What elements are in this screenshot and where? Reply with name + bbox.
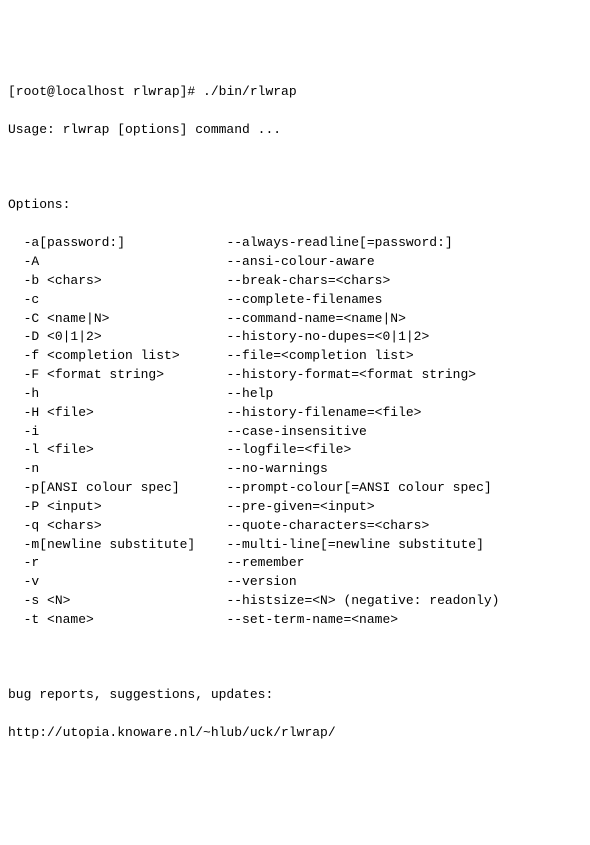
option-row: -P <input>--pre-given=<input> (8, 498, 582, 517)
option-short: -i (24, 423, 227, 442)
option-short: -F <format string> (24, 366, 227, 385)
option-long: --quote-characters=<chars> (226, 518, 429, 533)
option-long: --always-readline[=password:] (226, 235, 452, 250)
option-row: -D <0|1|2>--history-no-dupes=<0|1|2> (8, 328, 582, 347)
option-row: -t <name>--set-term-name=<name> (8, 611, 582, 630)
option-long: --prompt-colour[=ANSI colour spec] (226, 480, 491, 495)
option-row: -f <completion list>--file=<completion l… (8, 347, 582, 366)
option-row: -i--case-insensitive (8, 423, 582, 442)
option-short: -b <chars> (24, 272, 227, 291)
option-row: -H <file>--history-filename=<file> (8, 404, 582, 423)
option-short: -s <N> (24, 592, 227, 611)
option-row: -l <file>--logfile=<file> (8, 441, 582, 460)
option-row: -c--complete-filenames (8, 291, 582, 310)
option-row: -a[password:]--always-readline[=password… (8, 234, 582, 253)
option-long: --history-no-dupes=<0|1|2> (226, 329, 429, 344)
option-row: -C <name|N>--command-name=<name|N> (8, 310, 582, 329)
option-long: --multi-line[=newline substitute] (226, 537, 483, 552)
option-short: -f <completion list> (24, 347, 227, 366)
option-short: -C <name|N> (24, 310, 227, 329)
option-short: -l <file> (24, 441, 227, 460)
option-long: --logfile=<file> (226, 442, 351, 457)
option-long: --history-format=<format string> (226, 367, 476, 382)
option-long: --file=<completion list> (226, 348, 413, 363)
option-short: -P <input> (24, 498, 227, 517)
footer-text: bug reports, suggestions, updates: (8, 686, 582, 705)
option-short: -H <file> (24, 404, 227, 423)
option-row: -r--remember (8, 554, 582, 573)
option-long: --case-insensitive (226, 424, 366, 439)
option-long: --complete-filenames (226, 292, 382, 307)
option-long: --histsize=<N> (negative: readonly) (226, 593, 499, 608)
typed-command: ./bin/rlwrap (203, 84, 297, 99)
option-long: --no-warnings (226, 461, 327, 476)
option-short: -p[ANSI colour spec] (24, 479, 227, 498)
option-row: -v--version (8, 573, 582, 592)
footer-url: http://utopia.knoware.nl/~hlub/uck/rlwra… (8, 724, 582, 743)
option-row: -n--no-warnings (8, 460, 582, 479)
options-list: -a[password:]--always-readline[=password… (8, 234, 582, 630)
option-short: -h (24, 385, 227, 404)
option-row: -F <format string>--history-format=<form… (8, 366, 582, 385)
blank-line (8, 159, 582, 178)
options-header: Options: (8, 196, 582, 215)
option-row: -m[newline substitute]--multi-line[=newl… (8, 536, 582, 555)
option-short: -v (24, 573, 227, 592)
option-long: --set-term-name=<name> (226, 612, 398, 627)
option-long: --pre-given=<input> (226, 499, 374, 514)
option-short: -m[newline substitute] (24, 536, 227, 555)
option-long: --ansi-colour-aware (226, 254, 374, 269)
usage-line: Usage: rlwrap [options] command ... (8, 121, 582, 140)
option-long: --remember (226, 555, 304, 570)
option-short: -a[password:] (24, 234, 227, 253)
option-row: -A--ansi-colour-aware (8, 253, 582, 272)
option-row: -p[ANSI colour spec]--prompt-colour[=ANS… (8, 479, 582, 498)
option-short: -A (24, 253, 227, 272)
option-long: --command-name=<name|N> (226, 311, 405, 326)
option-long: --version (226, 574, 296, 589)
option-long: --break-chars=<chars> (226, 273, 390, 288)
option-short: -r (24, 554, 227, 573)
option-short: -D <0|1|2> (24, 328, 227, 347)
option-row: -s <N>--histsize=<N> (negative: readonly… (8, 592, 582, 611)
shell-prompt: [root@localhost rlwrap]# (8, 84, 203, 99)
option-short: -n (24, 460, 227, 479)
blank-line (8, 649, 582, 668)
option-long: --history-filename=<file> (226, 405, 421, 420)
command-line: [root@localhost rlwrap]# ./bin/rlwrap (8, 83, 582, 102)
option-long: --help (226, 386, 273, 401)
option-row: -h--help (8, 385, 582, 404)
option-short: -c (24, 291, 227, 310)
option-short: -t <name> (24, 611, 227, 630)
option-row: -b <chars>--break-chars=<chars> (8, 272, 582, 291)
